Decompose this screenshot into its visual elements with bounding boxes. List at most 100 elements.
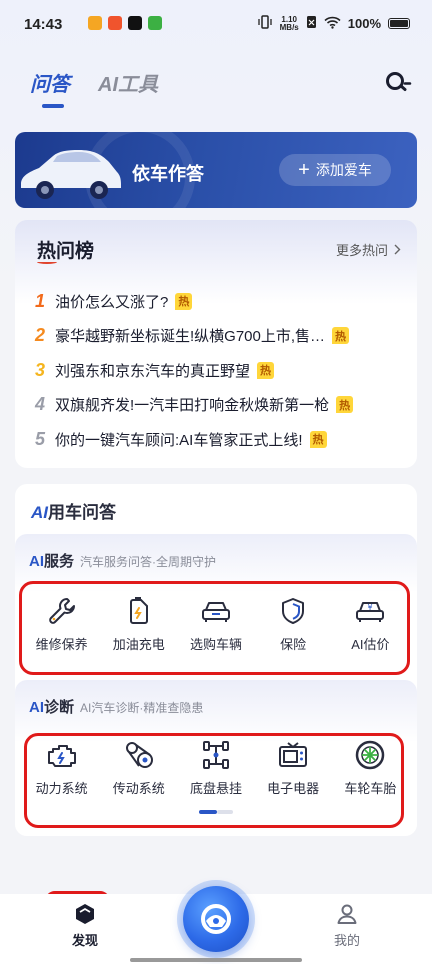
nav-discover[interactable]: 发现 bbox=[55, 902, 115, 949]
ai-service-name: AI服务 bbox=[29, 550, 74, 571]
my-car-banner[interactable]: 依车作答 + 添加爱车 bbox=[15, 132, 417, 208]
engine-icon bbox=[45, 738, 79, 772]
search-button[interactable] bbox=[384, 70, 412, 94]
notification-icons bbox=[88, 16, 162, 30]
more-hot-label: 更多热问 bbox=[335, 243, 388, 258]
service-maintenance[interactable]: 维修保养 bbox=[27, 594, 97, 653]
hot-badge: 热 bbox=[257, 361, 275, 379]
status-bar: 14:43 1.10 MB/s 100% bbox=[0, 0, 432, 50]
diagnosis-chassis[interactable]: 底盘悬挂 bbox=[181, 738, 251, 797]
car-front-icon bbox=[199, 594, 233, 628]
service-insurance[interactable]: 保险 bbox=[258, 594, 328, 653]
vibrate-icon bbox=[257, 15, 273, 32]
battery-percent: 100% bbox=[347, 16, 381, 31]
rank-number: 4 bbox=[35, 394, 46, 415]
hot-badge: 热 bbox=[175, 292, 193, 310]
service-label: 加油充电 bbox=[112, 637, 165, 652]
net-speed: 1.10 MB/s bbox=[280, 15, 299, 32]
chassis-icon bbox=[199, 738, 233, 772]
service-buy-car[interactable]: 选购车辆 bbox=[181, 594, 251, 653]
nav-mine[interactable]: 我的 bbox=[317, 902, 377, 949]
diagnosis-label: 电子电器 bbox=[267, 781, 320, 796]
hot-item-text: 你的一键汽车顾问:AI车管家正式上线! bbox=[55, 431, 303, 449]
service-fuel-charge[interactable]: 加油充电 bbox=[104, 594, 174, 653]
svg-text:¥: ¥ bbox=[368, 603, 373, 612]
ai-card-title: AI用车问答 bbox=[31, 498, 116, 523]
hot-badge: 热 bbox=[309, 430, 327, 448]
ai-diagnosis-section: AI诊断 AI汽车诊断·精准查隐患 动力系统 传动系统 底盘悬挂 电子电器 车轮… bbox=[15, 680, 417, 836]
home-indicator bbox=[130, 958, 302, 962]
fuel-can-icon bbox=[122, 594, 156, 628]
hot-item-text: 油价怎么又涨了? bbox=[55, 293, 169, 311]
diagnosis-label: 动力系统 bbox=[35, 781, 88, 796]
hot-badge: 热 bbox=[332, 327, 350, 345]
rank-number: 2 bbox=[35, 325, 46, 346]
electronics-icon bbox=[276, 738, 310, 772]
service-ai-valuation[interactable]: ¥ AI估价 bbox=[335, 594, 405, 653]
hot-list: 1 油价怎么又涨了? 热 2 豪华越野新坐标诞生!纵横G700上市,售… 热 3… bbox=[35, 284, 405, 457]
ai-service-grid: 维修保养 加油充电 选购车辆 保险 ¥ AI估价 bbox=[15, 594, 417, 653]
hot-title: 热问榜 bbox=[37, 241, 95, 262]
plus-icon: + bbox=[298, 159, 310, 181]
car-price-icon: ¥ bbox=[353, 594, 387, 628]
weibo-icon bbox=[88, 16, 102, 30]
nav-discover-label: 发现 bbox=[71, 933, 98, 948]
ai-service-name-rest: 服务 bbox=[44, 553, 75, 570]
ai-diagnosis-grid: 动力系统 传动系统 底盘悬挂 电子电器 车轮车胎 bbox=[15, 738, 417, 797]
hot-item[interactable]: 5 你的一键汽车顾问:AI车管家正式上线! 热 bbox=[35, 422, 405, 457]
diagnosis-transmission[interactable]: 传动系统 bbox=[104, 738, 174, 797]
top-tabs: 问答 AI工具 bbox=[30, 68, 158, 108]
diagnosis-electronics[interactable]: 电子电器 bbox=[258, 738, 328, 797]
car-illustration bbox=[21, 150, 121, 199]
hot-item-text: 双旗舰齐发!一汽丰田打响金秋焕新第一枪 bbox=[55, 397, 330, 415]
chevron-right-icon bbox=[394, 244, 401, 255]
pager-dot-active bbox=[199, 810, 217, 814]
service-label: 选购车辆 bbox=[189, 637, 242, 652]
discover-icon bbox=[76, 904, 94, 924]
search-icon bbox=[386, 72, 412, 91]
service-label: AI估价 bbox=[351, 637, 390, 652]
wrench-icon bbox=[45, 594, 79, 628]
diagnosis-label: 传动系统 bbox=[112, 781, 165, 796]
tab-ai-tools[interactable]: AI工具 bbox=[98, 68, 158, 97]
hot-questions-card: 热问榜 更多热问 1 油价怎么又涨了? 热 2 豪华越野新坐标诞生!纵横G700… bbox=[15, 220, 417, 468]
hot-item[interactable]: 2 豪华越野新坐标诞生!纵横G700上市,售… 热 bbox=[35, 319, 405, 354]
ai-service-header: AI服务 汽车服务问答·全周期守护 bbox=[29, 550, 216, 571]
rank-number: 5 bbox=[35, 428, 46, 449]
user-icon bbox=[337, 904, 357, 924]
ai-diagnosis-header: AI诊断 AI汽车诊断·精准查隐患 bbox=[29, 696, 203, 717]
diagnosis-power[interactable]: 动力系统 bbox=[27, 738, 97, 797]
service-label: 保险 bbox=[280, 637, 307, 652]
hot-item[interactable]: 3 刘强东和京东汽车的真正野望 热 bbox=[35, 353, 405, 388]
hot-item-text: 豪华越野新坐标诞生!纵横G700上市,售… bbox=[55, 328, 326, 346]
status-time: 14:43 bbox=[24, 16, 63, 33]
add-car-button[interactable]: + 添加爱车 bbox=[279, 154, 391, 186]
rank-number: 3 bbox=[35, 359, 46, 380]
tab-qa[interactable]: 问答 bbox=[30, 68, 70, 108]
ai-service-section: AI服务 汽车服务问答·全周期守护 维修保养 加油充电 选购车辆 保险 ¥ AI… bbox=[15, 534, 417, 680]
shield-icon bbox=[276, 594, 310, 628]
wechat-icon bbox=[148, 16, 162, 30]
steering-wheel-icon bbox=[201, 904, 231, 934]
sim-icon bbox=[306, 15, 317, 32]
diagnosis-pager bbox=[199, 810, 233, 814]
diagnosis-label: 底盘悬挂 bbox=[189, 781, 242, 796]
ai-card-title-ai: AI bbox=[31, 503, 48, 522]
pager-dot bbox=[217, 810, 233, 814]
diagnosis-label: 车轮车胎 bbox=[344, 781, 397, 796]
wheel-icon bbox=[353, 738, 387, 772]
ai-card-title-rest: 用车问答 bbox=[48, 503, 116, 522]
more-hot-link[interactable]: 更多热问 bbox=[336, 240, 401, 259]
banner-title: 依车作答 bbox=[132, 164, 204, 184]
nav-mine-label: 我的 bbox=[333, 933, 360, 948]
tiktok-icon bbox=[128, 16, 142, 30]
ai-assistant-button[interactable] bbox=[183, 886, 249, 952]
diagnosis-wheels[interactable]: 车轮车胎 bbox=[335, 738, 405, 797]
hot-item[interactable]: 4 双旗舰齐发!一汽丰田打响金秋焕新第一枪 热 bbox=[35, 388, 405, 423]
ai-service-subtitle: 汽车服务问答·全周期守护 bbox=[80, 555, 217, 569]
hot-item[interactable]: 1 油价怎么又涨了? 热 bbox=[35, 284, 405, 319]
hot-item-text: 刘强东和京东汽车的真正野望 bbox=[55, 362, 251, 380]
shopping-app-icon bbox=[108, 16, 122, 30]
wifi-icon bbox=[324, 16, 341, 32]
ai-service-name-ai: AI bbox=[29, 553, 44, 570]
